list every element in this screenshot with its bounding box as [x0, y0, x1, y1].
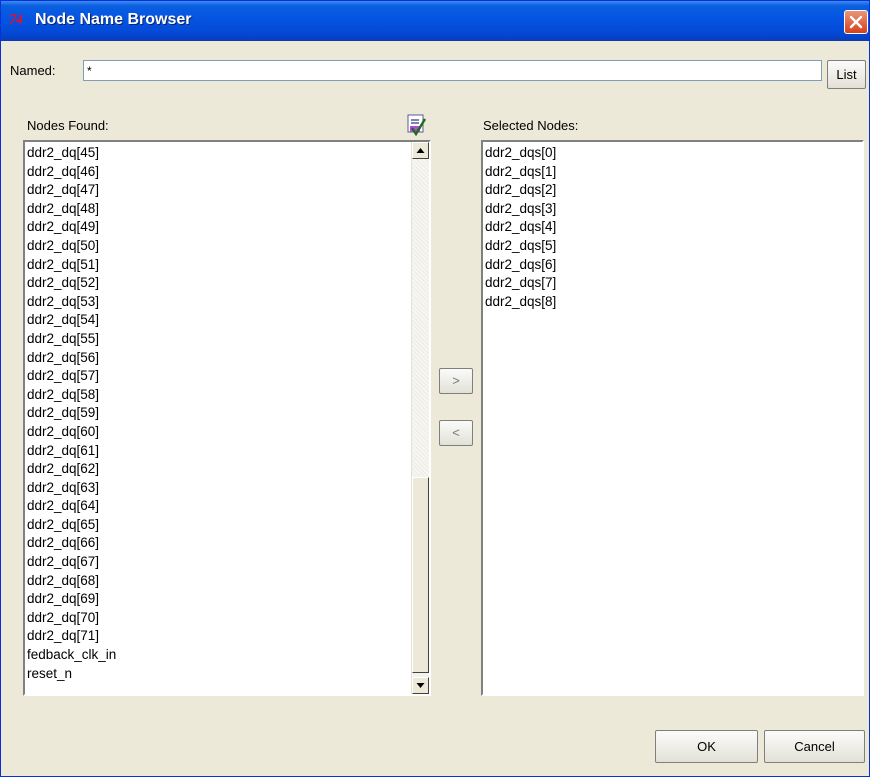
node-list-item[interactable]: ddr2_dq[55]: [27, 330, 116, 349]
node-list-item[interactable]: ddr2_dq[54]: [27, 311, 116, 330]
node-list-item[interactable]: ddr2_dq[48]: [27, 200, 116, 219]
node-list-item[interactable]: ddr2_dq[70]: [27, 609, 116, 628]
close-button[interactable]: [844, 10, 868, 34]
scroll-up-button[interactable]: [412, 142, 429, 159]
node-list-item[interactable]: ddr2_dq[67]: [27, 553, 116, 572]
arrow-down-icon: [416, 683, 425, 688]
node-list-item[interactable]: ddr2_dq[71]: [27, 627, 116, 646]
selected-node-item[interactable]: ddr2_dqs[1]: [485, 163, 556, 182]
node-list-item[interactable]: ddr2_dq[62]: [27, 460, 116, 479]
title-bar[interactable]: 74 Node Name Browser: [1, 1, 869, 41]
node-list-item[interactable]: ddr2_dq[65]: [27, 516, 116, 535]
selected-node-item[interactable]: ddr2_dqs[5]: [485, 237, 556, 256]
selected-nodes-items: ddr2_dqs[0] ddr2_dqs[1] ddr2_dqs[2] ddr2_dq…: [485, 144, 556, 311]
node-list-item[interactable]: ddr2_dq[50]: [27, 237, 116, 256]
selected-nodes-list[interactable]: ddr2_dqs[0] ddr2_dqs[1] ddr2_dqs[2] ddr2_dq…: [481, 140, 864, 696]
node-list-item[interactable]: ddr2_dq[58]: [27, 386, 116, 405]
node-list-item[interactable]: ddr2_dq[45]: [27, 144, 116, 163]
node-list-item[interactable]: ddr2_dq[52]: [27, 274, 116, 293]
node-list-item[interactable]: reset_n: [27, 665, 116, 684]
node-list-item[interactable]: ddr2_dq[66]: [27, 534, 116, 553]
nodes-found-list[interactable]: ddr2_dq[45] ddr2_dq[46] ddr2_dq[47] ddr2_dq…: [23, 140, 431, 696]
node-list-item[interactable]: ddr2_dq[69]: [27, 590, 116, 609]
app-icon: 74: [9, 12, 23, 28]
remove-node-button[interactable]: <: [439, 420, 473, 446]
scroll-down-button[interactable]: [412, 677, 429, 694]
cancel-button[interactable]: Cancel: [764, 730, 865, 763]
window-title: Node Name Browser: [35, 11, 192, 28]
node-list-item[interactable]: ddr2_dq[46]: [27, 163, 116, 182]
list-button[interactable]: List: [827, 60, 866, 89]
named-label: Named:: [10, 63, 56, 78]
node-list-item[interactable]: ddr2_dq[57]: [27, 367, 116, 386]
node-list-item[interactable]: ddr2_dq[53]: [27, 293, 116, 312]
node-list-item[interactable]: ddr2_dq[59]: [27, 404, 116, 423]
nodes-found-scrollbar[interactable]: [411, 142, 429, 694]
node-name-browser-dialog: 74 Node Name Browser Named: List Nodes F…: [0, 0, 870, 777]
scroll-thumb[interactable]: [412, 477, 429, 673]
selected-node-item[interactable]: ddr2_dqs[3]: [485, 200, 556, 219]
nodes-found-items: ddr2_dq[45] ddr2_dq[46] ddr2_dq[47] ddr2_dq…: [27, 144, 116, 683]
selected-nodes-label: Selected Nodes:: [483, 118, 579, 133]
add-node-button[interactable]: >: [439, 368, 473, 394]
node-list-item[interactable]: ddr2_dq[47]: [27, 181, 116, 200]
node-list-item[interactable]: ddr2_dq[68]: [27, 572, 116, 591]
named-input[interactable]: [83, 60, 822, 81]
node-list-item[interactable]: ddr2_dq[49]: [27, 218, 116, 237]
node-list-item[interactable]: ddr2_dq[63]: [27, 479, 116, 498]
node-list-item[interactable]: ddr2_dq[51]: [27, 256, 116, 275]
node-list-item[interactable]: ddr2_dq[61]: [27, 442, 116, 461]
selected-node-item[interactable]: ddr2_dqs[0]: [485, 144, 556, 163]
ok-button[interactable]: OK: [655, 730, 758, 763]
node-list-item[interactable]: ddr2_dq[56]: [27, 349, 116, 368]
selected-node-item[interactable]: ddr2_dqs[7]: [485, 274, 556, 293]
node-list-item[interactable]: ddr2_dq[60]: [27, 423, 116, 442]
select-all-button[interactable]: [405, 113, 429, 137]
arrow-up-icon: [416, 148, 425, 153]
select-all-icon: [407, 114, 427, 137]
selected-node-item[interactable]: ddr2_dqs[8]: [485, 293, 556, 312]
selected-node-item[interactable]: ddr2_dqs[6]: [485, 256, 556, 275]
selected-node-item[interactable]: ddr2_dqs[2]: [485, 181, 556, 200]
node-list-item[interactable]: fedback_clk_in: [27, 646, 116, 665]
node-list-item[interactable]: ddr2_dq[64]: [27, 497, 116, 516]
nodes-found-label: Nodes Found:: [27, 118, 109, 133]
selected-node-item[interactable]: ddr2_dqs[4]: [485, 218, 556, 237]
close-icon: [849, 15, 863, 29]
